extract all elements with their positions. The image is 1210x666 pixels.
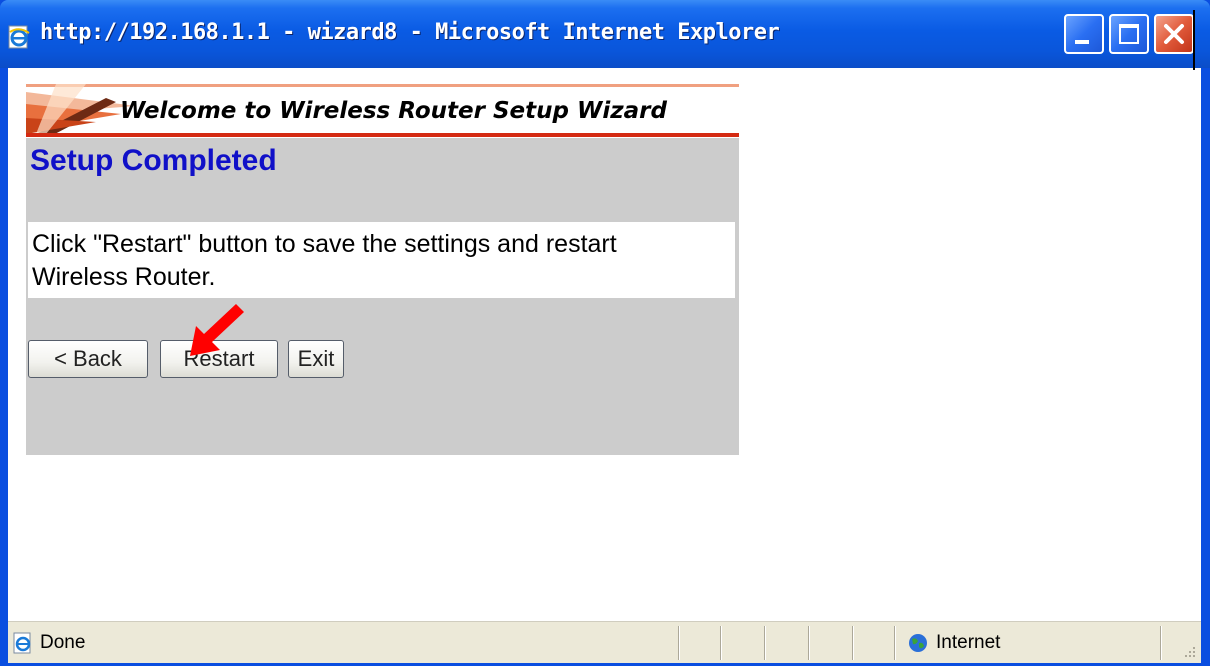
status-divider bbox=[808, 626, 810, 660]
resize-grip-icon[interactable] bbox=[1183, 645, 1197, 659]
window-title: http://192.168.1.1 - wizard8 - Microsoft… bbox=[40, 20, 780, 45]
status-divider bbox=[852, 626, 854, 660]
status-divider bbox=[720, 626, 722, 660]
minimize-button[interactable] bbox=[1064, 14, 1104, 54]
instruction-text: Click "Restart" button to save the setti… bbox=[32, 230, 617, 291]
status-divider bbox=[894, 626, 896, 660]
banner-title: Welcome to Wireless Router Setup Wizard bbox=[120, 98, 667, 124]
page-title: Setup Completed bbox=[30, 144, 277, 177]
status-divider bbox=[764, 626, 766, 660]
minimize-icon bbox=[1075, 40, 1089, 44]
ie-page-icon bbox=[13, 632, 31, 654]
back-button[interactable]: < Back bbox=[28, 340, 148, 378]
title-bar[interactable]: http://192.168.1.1 - wizard8 - Microsoft… bbox=[0, 0, 1210, 68]
ie-page-icon bbox=[8, 25, 30, 49]
maximize-icon bbox=[1119, 24, 1139, 44]
maximize-button[interactable] bbox=[1109, 14, 1149, 54]
status-divider bbox=[678, 626, 680, 660]
exit-button[interactable]: Exit bbox=[288, 340, 344, 378]
browser-window: http://192.168.1.1 - wizard8 - Microsoft… bbox=[0, 0, 1210, 666]
page-content: Welcome to Wireless Router Setup Wizard … bbox=[8, 68, 1201, 621]
status-divider bbox=[1160, 626, 1162, 660]
security-zone-label: Internet bbox=[936, 632, 1001, 653]
status-bar: Done Internet bbox=[8, 621, 1201, 663]
red-arrow-icon bbox=[190, 304, 244, 356]
close-icon bbox=[1164, 24, 1184, 44]
close-button[interactable] bbox=[1154, 14, 1194, 54]
setup-wizard-panel: Welcome to Wireless Router Setup Wizard … bbox=[26, 84, 739, 455]
message-box: Click "Restart" button to save the setti… bbox=[28, 222, 735, 298]
banner-bottom-stripe bbox=[26, 133, 739, 137]
status-text: Done bbox=[40, 632, 86, 653]
wizard-banner: Welcome to Wireless Router Setup Wizard bbox=[26, 84, 739, 138]
window-edge bbox=[1193, 10, 1195, 70]
globe-icon bbox=[909, 634, 927, 652]
